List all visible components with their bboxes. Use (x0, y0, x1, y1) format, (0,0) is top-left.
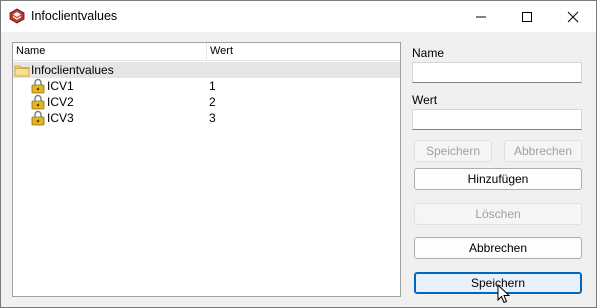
tree-header: Name Wert (13, 43, 400, 61)
maximize-button[interactable] (504, 1, 550, 32)
dialog-window: Infoclientvalues Name Wert Infoclientval… (0, 0, 597, 308)
tree-item-name: ICV2 (47, 95, 74, 109)
mouse-cursor-icon (497, 284, 511, 304)
minimize-button[interactable] (458, 1, 504, 32)
column-header-name[interactable]: Name (16, 45, 45, 57)
app-icon (9, 8, 25, 24)
name-input[interactable] (412, 62, 582, 83)
tree-item-value: 2 (209, 95, 216, 109)
title-bar[interactable]: Infoclientvalues (1, 1, 596, 32)
column-separator[interactable] (206, 43, 207, 60)
minimize-icon (476, 16, 486, 17)
column-header-value[interactable]: Wert (210, 45, 233, 57)
delete-button[interactable]: Löschen (414, 203, 582, 225)
tree-root-row[interactable]: Infoclientvalues (13, 62, 400, 78)
close-button[interactable] (550, 1, 596, 32)
cancel-edit-button[interactable]: Abbrechen (504, 140, 582, 162)
close-icon (567, 11, 579, 22)
tree-item-value: 3 (209, 111, 216, 125)
tree-item-name: ICV1 (47, 79, 74, 93)
key-lock-icon (31, 110, 45, 126)
value-input[interactable] (412, 109, 582, 130)
dialog-body: Name Wert Infoclientvalues ICV1 1 ICV2 2… (1, 32, 596, 307)
tree-item-row[interactable]: ICV2 2 (13, 94, 400, 110)
tree-item-row[interactable]: ICV3 3 (13, 110, 400, 126)
value-label: Wert (412, 93, 438, 107)
maximize-icon (522, 11, 532, 22)
window-title: Infoclientvalues (31, 9, 118, 23)
add-button[interactable]: Hinzufügen (414, 168, 582, 190)
values-tree-view[interactable]: Name Wert Infoclientvalues ICV1 1 ICV2 2… (12, 42, 401, 297)
cancel-button[interactable]: Abbrechen (414, 237, 582, 259)
tree-root-label: Infoclientvalues (31, 63, 114, 77)
save-value-button[interactable]: Speichern (414, 140, 492, 162)
folder-icon (14, 65, 30, 77)
key-lock-icon (31, 94, 45, 110)
tree-item-name: ICV3 (47, 111, 74, 125)
tree-item-value: 1 (209, 79, 216, 93)
tree-item-row[interactable]: ICV1 1 (13, 78, 400, 94)
name-label: Name (412, 46, 445, 60)
key-lock-icon (31, 78, 45, 94)
